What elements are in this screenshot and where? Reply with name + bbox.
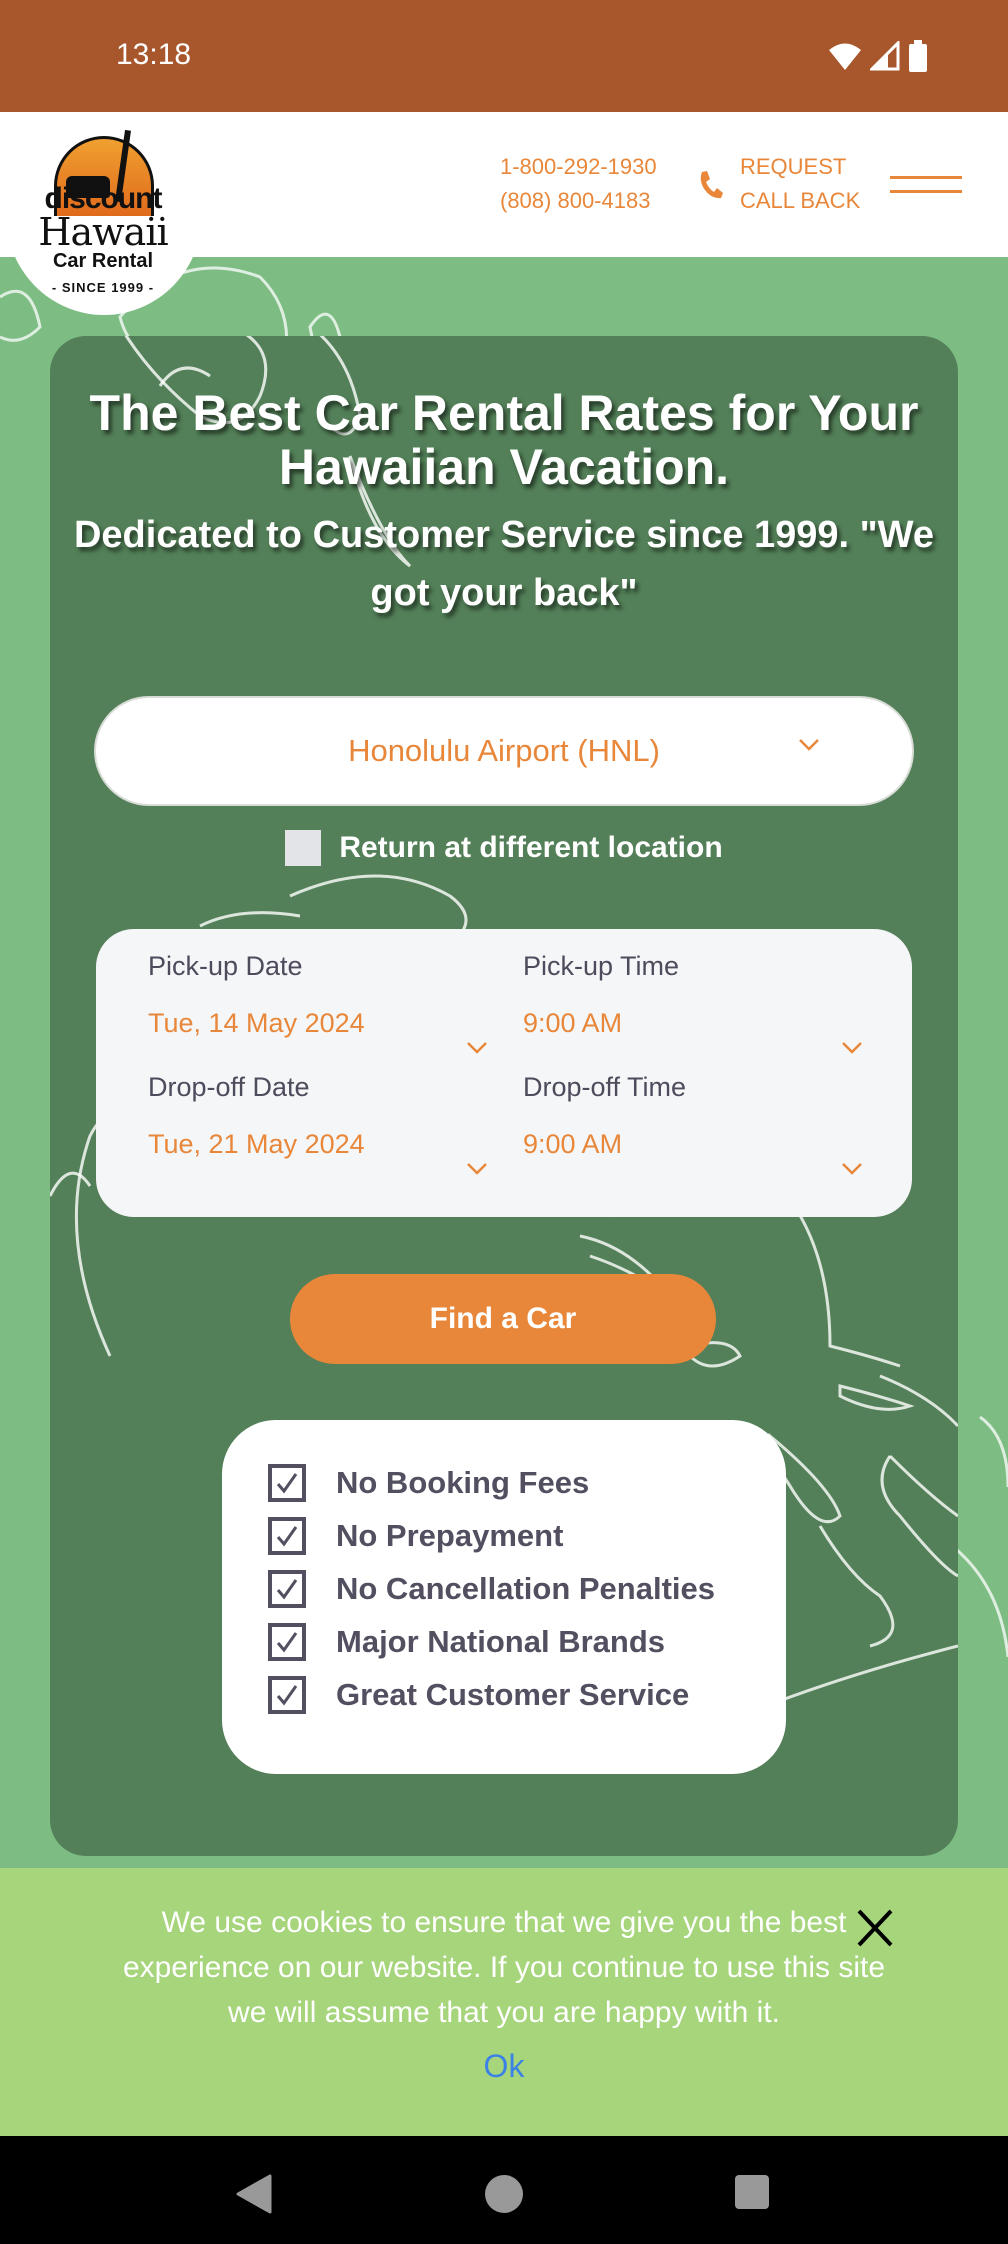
checkmark-icon	[268, 1570, 306, 1608]
back-icon[interactable]	[236, 2174, 272, 2214]
dates-panel: Pick-up Date Tue, 14 May 2024 Pick-up Ti…	[96, 929, 912, 1217]
recents-icon[interactable]	[734, 2174, 770, 2210]
pickup-date-label: Pick-up Date	[148, 951, 303, 981]
logo-text-car-rental: Car Rental	[52, 250, 154, 272]
phone-primary-link[interactable]: 1-800-292-1930	[500, 150, 657, 184]
feature-item: No Prepayment	[268, 1517, 563, 1555]
phone-icon[interactable]	[698, 170, 724, 200]
pickup-location-value: Honolulu Airport (HNL)	[348, 733, 660, 768]
feature-label: Major National Brands	[336, 1624, 665, 1659]
chevron-down-icon	[467, 1163, 487, 1175]
dropoff-time-value: 9:00 AM	[523, 1129, 623, 1159]
feature-item: No Booking Fees	[268, 1464, 589, 1502]
callback-line1: REQUEST	[740, 154, 847, 179]
chevron-down-icon	[842, 1042, 862, 1054]
booking-card: The Best Car Rental Rates for Your Hawai…	[50, 336, 958, 1856]
status-bar: 13:18	[0, 0, 1008, 112]
feature-item: Major National Brands	[268, 1623, 665, 1661]
signal-icon	[870, 41, 900, 71]
logo-text-hawaii: Hawaii	[38, 210, 168, 254]
dropoff-date-field[interactable]: Drop-off Date Tue, 21 May 2024	[148, 1072, 488, 1175]
dropoff-time-label: Drop-off Time	[523, 1072, 687, 1102]
system-nav-bar	[0, 2136, 1008, 2244]
feature-label: Great Customer Service	[336, 1677, 690, 1712]
checkmark-icon	[268, 1623, 306, 1661]
close-icon[interactable]	[856, 1908, 894, 1948]
pickup-date-value: Tue, 14 May 2024	[148, 1008, 365, 1038]
wifi-icon	[829, 43, 861, 70]
cookie-banner: We use cookies to ensure that we give yo…	[0, 1868, 1008, 2138]
phone-numbers: 1-800-292-1930 (808) 800-4183	[500, 150, 657, 218]
dropoff-date-value: Tue, 21 May 2024	[148, 1129, 365, 1159]
return-different-location[interactable]: Return at different location	[50, 830, 958, 866]
return-different-checkbox[interactable]	[285, 830, 322, 866]
hero-title: The Best Car Rental Rates for Your Hawai…	[89, 385, 919, 495]
features-list: No Booking Fees No Prepayment No Cancell…	[222, 1420, 786, 1774]
pickup-time-field[interactable]: Pick-up Time 9:00 AM	[523, 951, 863, 1054]
request-callback-link[interactable]: REQUEST CALL BACK	[740, 150, 860, 218]
dropoff-time-field[interactable]: Drop-off Time 9:00 AM	[523, 1072, 863, 1175]
dropoff-date-label: Drop-off Date	[148, 1072, 310, 1102]
chevron-down-icon	[467, 1042, 487, 1054]
site-logo[interactable]: discount Hawaii Car Rental - SINCE 1999 …	[36, 129, 170, 300]
chevron-down-icon	[842, 1163, 862, 1175]
return-different-label: Return at different location	[339, 831, 723, 864]
feature-label: No Cancellation Penalties	[336, 1571, 715, 1606]
home-icon[interactable]	[484, 2174, 524, 2214]
feature-label: No Booking Fees	[336, 1465, 590, 1500]
find-car-button[interactable]: Find a Car	[290, 1274, 716, 1364]
hamburger-icon[interactable]	[890, 176, 962, 196]
pickup-date-field[interactable]: Pick-up Date Tue, 14 May 2024	[148, 951, 488, 1054]
chevron-down-icon	[799, 739, 819, 751]
cookie-message: We use cookies to ensure that we give yo…	[122, 1906, 886, 2029]
callback-line2: CALL BACK	[740, 188, 861, 213]
checkmark-icon	[268, 1676, 306, 1714]
pickup-time-label: Pick-up Time	[523, 951, 680, 981]
feature-item: Great Customer Service	[268, 1676, 689, 1714]
logo-text-since: - SINCE 1999 -	[51, 280, 155, 295]
feature-label: No Prepayment	[336, 1518, 564, 1553]
phone-secondary-link[interactable]: (808) 800-4183	[500, 184, 657, 218]
cookie-ok-button[interactable]: Ok	[0, 2048, 1008, 2085]
checkmark-icon	[268, 1517, 306, 1555]
feature-item: No Cancellation Penalties	[268, 1570, 715, 1608]
status-icons	[828, 40, 928, 72]
pickup-time-value: 9:00 AM	[523, 1008, 623, 1038]
status-time: 13:18	[116, 38, 192, 71]
pickup-location-select[interactable]: Honolulu Airport (HNL)	[96, 698, 912, 804]
hero-subtitle: Dedicated to Customer Service since 1999…	[73, 514, 934, 614]
checkmark-icon	[268, 1464, 306, 1502]
battery-icon	[909, 40, 927, 72]
